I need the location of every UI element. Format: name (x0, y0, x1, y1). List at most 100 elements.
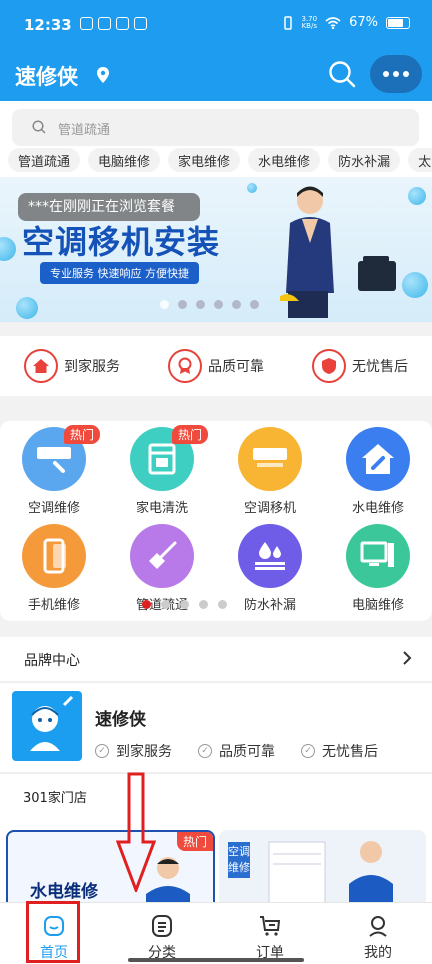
appliance-clean-icon: 热门 (130, 425, 209, 491)
pager-dot[interactable] (180, 600, 189, 609)
feature-after-sales: 无忧售后 (312, 349, 408, 383)
brand-badge: ✓ 品质可靠 (198, 741, 275, 761)
search-tag[interactable]: 管道疏通 (8, 148, 81, 172)
wifi-icon (325, 16, 341, 29)
search-tag[interactable]: 家电维修 (168, 148, 241, 172)
cart-icon (260, 916, 281, 936)
service-computer-repair[interactable]: 电脑维修 (330, 524, 426, 613)
battery-icon (386, 16, 410, 29)
card-title: 水电维修 (30, 882, 98, 902)
ac-move-icon (238, 427, 302, 491)
pager-dot[interactable] (196, 300, 205, 309)
promo-banner[interactable]: 空调移机安装 专业服务 快速响应 方便快捷 ***在刚刚正在浏览套餐 (0, 177, 432, 322)
service-ac-move[interactable]: 空调移机 (222, 427, 318, 516)
card-utility-repair[interactable]: 水电维修 热门 (6, 830, 215, 910)
browsing-toast: ***在刚刚正在浏览套餐 (18, 193, 200, 221)
house-wrench-icon (346, 427, 410, 491)
service-appliance-clean[interactable]: 热门 家电清洗 (114, 425, 210, 516)
banner-headline: 空调移机安装 (22, 223, 221, 261)
service-phone-repair[interactable]: 手机维修 (6, 524, 102, 613)
service-waterproof[interactable]: 防水补漏 (222, 524, 318, 613)
pager-dot[interactable] (218, 600, 227, 609)
brand-badges: ✓ 到家服务 ✓ 品质可靠 ✓ 无忧售后 (95, 741, 378, 761)
store-count: 301家门店 (23, 791, 87, 806)
net-speed: 3.70 KB/s (302, 15, 318, 30)
brand-logo (12, 691, 82, 761)
top-header: 12:33 3.70 KB/s 67% 速修侠 (0, 0, 432, 101)
status-bar: 12:33 3.70 KB/s 67% (0, 0, 432, 50)
card-ac-repair[interactable]: 空调维修 (219, 830, 426, 910)
brand-center-title: 品牌中心 (24, 653, 80, 669)
service-label: 空调维修 (27, 501, 80, 516)
service-cards: 水电维修 热门 空调维修 (0, 817, 432, 910)
grid-pager (142, 600, 227, 609)
ac-repair-icon: 热门 (22, 425, 101, 491)
notification-icons (80, 17, 147, 30)
hot-badge: 热门 (172, 425, 209, 444)
pager-dot[interactable] (232, 300, 241, 309)
check-icon: ✓ (198, 744, 212, 758)
feature-quality: 品质可靠 (168, 349, 264, 383)
status-right: 3.70 KB/s 67% (282, 15, 410, 30)
brand-card[interactable]: 速修侠 ✓ 到家服务 ✓ 品质可靠 ✓ 无忧售后 (0, 682, 432, 772)
brand-badge-label: 到家服务 (116, 744, 172, 760)
vibrate-icon (283, 15, 292, 30)
computer-icon (346, 524, 410, 588)
pager-dot[interactable] (199, 600, 208, 609)
search-tag[interactable]: 防水补漏 (328, 148, 401, 172)
decor-bubble (402, 272, 428, 298)
notification-icon (116, 17, 129, 30)
service-utility-repair[interactable]: 水电维修 (330, 427, 426, 516)
more-menu-button[interactable] (370, 55, 422, 93)
pager-dot[interactable] (160, 300, 169, 309)
tab-mine[interactable]: 我的 (324, 903, 432, 964)
hot-badge: 热门 (176, 832, 213, 851)
notification-icon (80, 17, 93, 30)
service-label: 空调移机 (243, 501, 296, 516)
feature-home-service: 到家服务 (24, 349, 120, 383)
pager-dot[interactable] (250, 300, 259, 309)
feature-label: 无忧售后 (352, 359, 408, 375)
pager-dot[interactable] (142, 600, 151, 609)
search-tag[interactable]: 电脑维修 (88, 148, 161, 172)
user-icon (369, 916, 387, 937)
brand-center-header[interactable]: 品牌中心 (0, 637, 432, 681)
chevron-right-icon (403, 651, 412, 665)
search-placeholder: 管道疏通 (58, 123, 111, 138)
hot-search-tags: 管道疏通 电脑维修 家电维修 水电维修 防水补漏 太 (8, 148, 432, 172)
ac-unit-photo (268, 841, 393, 910)
card-vertical-title: 空调维修 (228, 842, 250, 878)
system-home-indicator[interactable] (128, 958, 304, 962)
pager-dot[interactable] (214, 300, 223, 309)
annotation-highlight-box (26, 901, 80, 963)
location-pin-icon[interactable] (96, 67, 110, 83)
phone-icon (22, 524, 86, 588)
brand-badge: ✓ 无忧售后 (301, 741, 378, 761)
feature-label: 到家服务 (64, 359, 120, 375)
check-icon: ✓ (95, 744, 109, 758)
store-count-row[interactable]: 301家门店 (0, 773, 432, 817)
service-ac-repair[interactable]: 热门 空调维修 (6, 425, 102, 516)
notification-icon (98, 17, 111, 30)
search-tag[interactable]: 太 (408, 148, 432, 172)
hot-badge: 热门 (64, 425, 101, 444)
search-small-icon (32, 120, 46, 134)
decor-bubble (0, 237, 16, 261)
tab-category[interactable]: 分类 (108, 903, 216, 964)
feature-label: 品质可靠 (208, 359, 264, 375)
waterproof-icon (238, 524, 302, 588)
app-title: 速修侠 (15, 65, 78, 89)
tab-orders[interactable]: 订单 (216, 903, 324, 964)
service-grid: 热门 空调维修 热门 家电清洗 空调移机 水电维修 手机维修 管道疏通 (0, 421, 432, 621)
service-label: 家电清洗 (135, 501, 188, 516)
search-input[interactable]: 管道疏通 (12, 109, 419, 146)
search-icon[interactable] (328, 60, 356, 88)
annotation-arrow (116, 772, 156, 892)
decor-bubble (16, 297, 38, 319)
search-tag[interactable]: 水电维修 (248, 148, 321, 172)
decor-bubble (408, 187, 426, 205)
pager-dot[interactable] (178, 300, 187, 309)
pager-dot[interactable] (161, 600, 170, 609)
home-icon (24, 349, 58, 383)
brand-badge-label: 无忧售后 (322, 744, 378, 760)
